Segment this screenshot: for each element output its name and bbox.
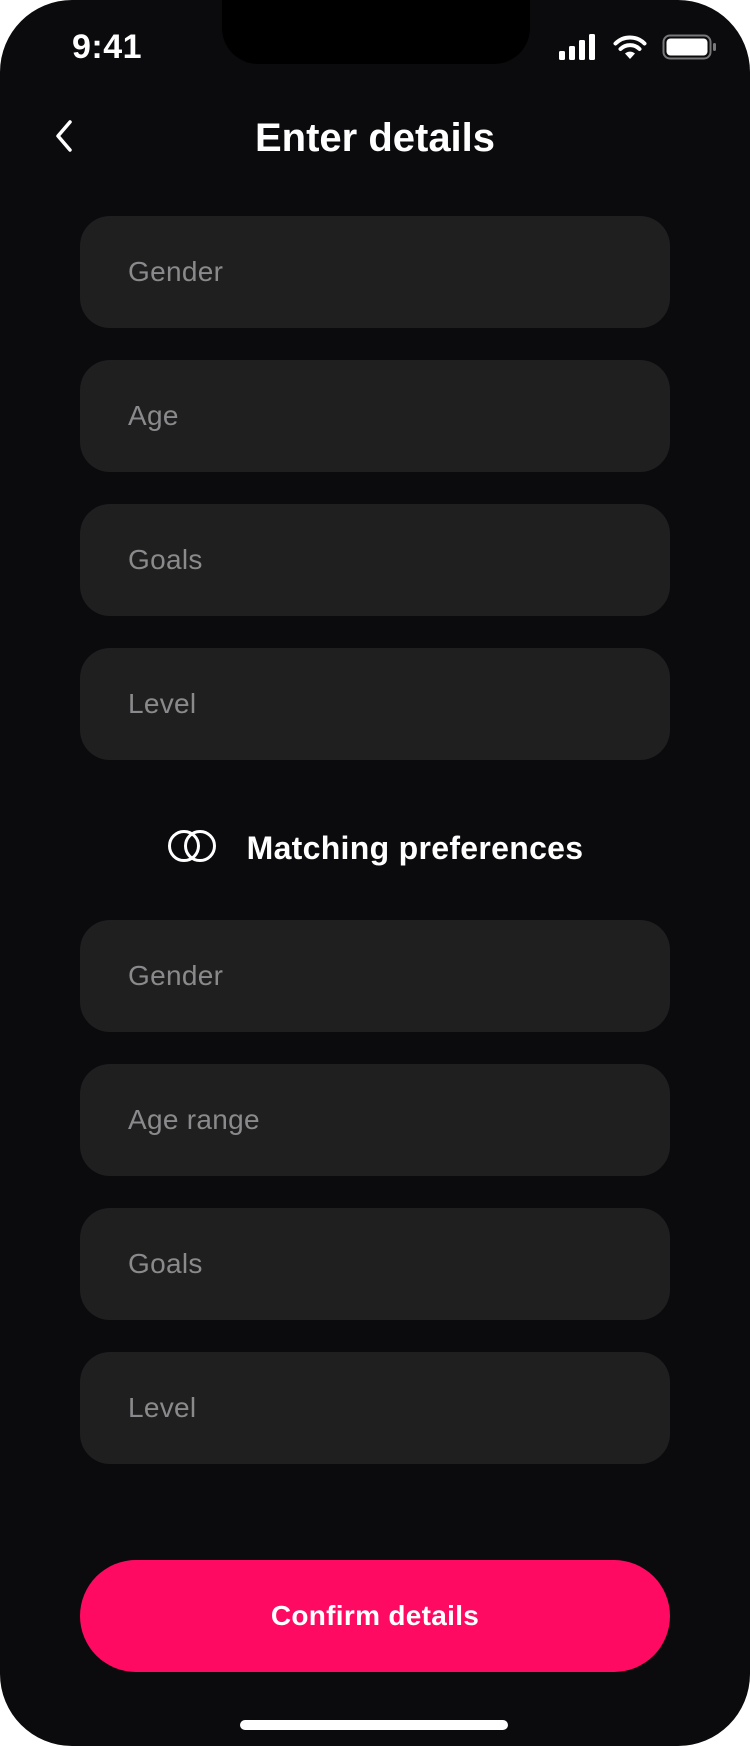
gender-field[interactable]: Gender	[80, 216, 670, 328]
matching-preferences-heading: Matching preferences	[0, 820, 750, 876]
signal-icon	[558, 34, 598, 65]
goals-field-label: Goals	[128, 544, 203, 575]
home-indicator[interactable]	[240, 1720, 508, 1730]
preferred-gender-field-label: Gender	[128, 960, 224, 991]
age-field-label: Age	[128, 400, 179, 431]
age-range-field-label: Age range	[128, 1104, 260, 1135]
preferred-goals-field[interactable]: Goals	[80, 1208, 670, 1320]
age-range-field[interactable]: Age range	[80, 1064, 670, 1176]
gender-field-label: Gender	[128, 256, 224, 287]
status-icons	[558, 34, 718, 65]
preferred-gender-field[interactable]: Gender	[80, 920, 670, 1032]
page-title: Enter details	[254, 116, 496, 160]
battery-icon	[662, 34, 718, 65]
phone-screen: 9:41 Enter details Gender Age Goals Leve…	[0, 0, 750, 1746]
notch	[222, 0, 530, 64]
level-field-label: Level	[128, 688, 197, 719]
status-time: 9:41	[72, 28, 143, 66]
preferred-level-field-label: Level	[128, 1392, 197, 1423]
confirm-details-label: Confirm details	[270, 1600, 480, 1631]
matching-preferences-title: Matching preferences	[246, 829, 584, 866]
confirm-details-button[interactable]: Confirm details	[80, 1560, 670, 1672]
wifi-icon	[612, 34, 648, 65]
preferred-goals-field-label: Goals	[128, 1248, 203, 1279]
level-field[interactable]: Level	[80, 648, 670, 760]
age-field[interactable]: Age	[80, 360, 670, 472]
overlapping-rings-icon	[167, 828, 217, 869]
goals-field[interactable]: Goals	[80, 504, 670, 616]
preferred-level-field[interactable]: Level	[80, 1352, 670, 1464]
